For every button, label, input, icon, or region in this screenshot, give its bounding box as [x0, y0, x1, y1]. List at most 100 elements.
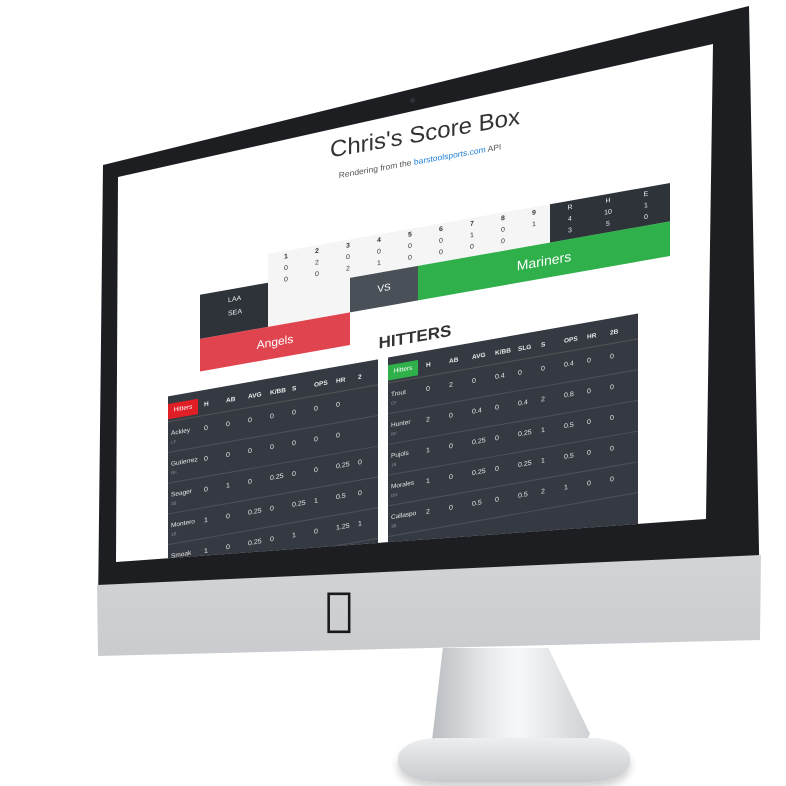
hitters-tag: Hitters	[168, 398, 198, 420]
player-position: 1B	[171, 531, 177, 537]
stat-cell: 0.4	[472, 407, 482, 416]
stat-cell: 0	[587, 418, 591, 427]
stat-cell: 0	[587, 357, 591, 365]
column-header: OPS	[564, 335, 578, 345]
column-header: AB	[449, 356, 459, 366]
stat-cell: 0	[495, 404, 499, 412]
stat-cell: 1	[564, 484, 568, 492]
stat-cell: 1	[314, 497, 318, 506]
stat-cell: 0.4	[495, 372, 505, 381]
column-header: HR	[336, 376, 346, 385]
monitor-stand-base	[398, 738, 630, 782]
stat-cell: 1	[426, 477, 430, 486]
stat-cell: 1.25	[336, 522, 350, 532]
inning-column: 401	[365, 232, 393, 272]
stat-cell: 0	[226, 543, 230, 552]
stat-cell: 0	[541, 365, 545, 373]
stat-cell: 0.25	[518, 429, 532, 439]
player-position: 1B	[391, 461, 397, 468]
column-header: 2B	[610, 328, 619, 337]
stat-cell: 0	[226, 420, 230, 429]
rhe-column: E10	[626, 186, 666, 228]
player-name[interactable]: Pujols	[391, 450, 409, 460]
player-name[interactable]: Montero	[171, 518, 195, 529]
stat-cell: 1	[541, 426, 545, 435]
player-position: DH	[391, 492, 398, 499]
player-name[interactable]: Hunter	[391, 419, 411, 429]
stat-cell: 0	[270, 505, 274, 513]
player-name[interactable]: Seager	[171, 488, 192, 498]
inning-column: 100	[272, 248, 300, 288]
inning-column: 500	[396, 226, 424, 266]
stat-cell: 0	[610, 476, 614, 484]
player-name[interactable]: Ackley	[171, 427, 190, 437]
stat-cell: 1	[426, 447, 430, 455]
stat-cell: 0	[314, 466, 318, 475]
column-header: HR	[587, 332, 597, 341]
column-header: SLG	[518, 343, 532, 353]
stat-cell: 0.5	[564, 421, 574, 431]
stat-cell: 0	[204, 486, 208, 494]
column-header: AVG	[248, 391, 262, 401]
stat-cell: 0	[610, 353, 614, 361]
stat-cell: 0	[472, 377, 476, 385]
player-position: LF	[171, 439, 177, 445]
stat-cell: 0	[449, 443, 453, 451]
stat-cell: 0	[336, 432, 340, 440]
api-link[interactable]: barstoolsports.com	[414, 144, 486, 166]
stat-cell: 0	[226, 451, 230, 460]
inning-column: 600	[427, 221, 455, 261]
stat-cell: 2	[541, 396, 545, 404]
stat-cell: 0	[292, 440, 296, 448]
column-header: K/BB	[495, 347, 511, 357]
inning-column: 800	[489, 210, 517, 250]
stat-cell: 0	[610, 445, 614, 453]
stat-cell: 2	[426, 508, 430, 516]
stat-cell: 0	[495, 465, 499, 474]
stat-cell: 0	[495, 434, 499, 443]
player-name[interactable]: Trout	[391, 389, 406, 398]
stat-cell: 1	[226, 482, 230, 490]
player-name[interactable]: Gutierrez	[171, 456, 198, 467]
stat-cell: 0	[587, 480, 591, 488]
stat-cell: 0	[358, 459, 362, 467]
stat-cell: 2	[541, 488, 545, 496]
stat-cell: 0	[292, 470, 296, 479]
stat-cell: 0	[336, 401, 340, 409]
stat-cell: 0	[314, 528, 318, 536]
stat-cell: 0	[204, 424, 208, 433]
stat-cell: 0	[587, 388, 591, 396]
player-name[interactable]: Morales	[391, 480, 414, 491]
column-header: 2	[358, 373, 362, 382]
stat-cell: 0.4	[518, 399, 528, 408]
stat-cell: 1	[541, 457, 545, 465]
stat-cell: 0	[610, 383, 614, 392]
rhe-column: H 10 5	[588, 192, 628, 234]
column-header: AVG	[472, 351, 486, 361]
column-header: S	[541, 341, 546, 349]
column-header: AB	[226, 395, 236, 405]
player-position: 3B	[171, 500, 177, 507]
stat-cell: 0	[248, 417, 252, 425]
stat-cell: 0	[292, 409, 296, 417]
stat-cell: 0.25	[472, 437, 486, 447]
stat-cell: 0	[248, 478, 252, 486]
stat-cell: 0	[204, 455, 208, 463]
stat-cell: 0	[587, 449, 591, 457]
subtitle-suffix: API	[485, 141, 502, 155]
stat-cell: 0.5	[472, 499, 482, 508]
apple-logo-icon: 	[325, 582, 353, 636]
stat-cell: 0	[270, 443, 274, 452]
stat-cell: 0.25	[336, 461, 350, 471]
inning-column: 710	[458, 215, 486, 255]
stat-cell: 0	[270, 536, 274, 544]
player-name[interactable]: Callaspo	[391, 510, 416, 521]
camera-icon	[410, 98, 415, 103]
stat-cell: 0.5	[336, 492, 346, 502]
player-position: RF	[171, 469, 177, 476]
stat-cell: 0	[426, 385, 430, 394]
stat-cell: 0.25	[518, 459, 532, 470]
player-position: 3B	[391, 523, 397, 529]
stat-cell: 2	[426, 416, 430, 424]
hitters-tag: Hitters	[388, 359, 418, 381]
